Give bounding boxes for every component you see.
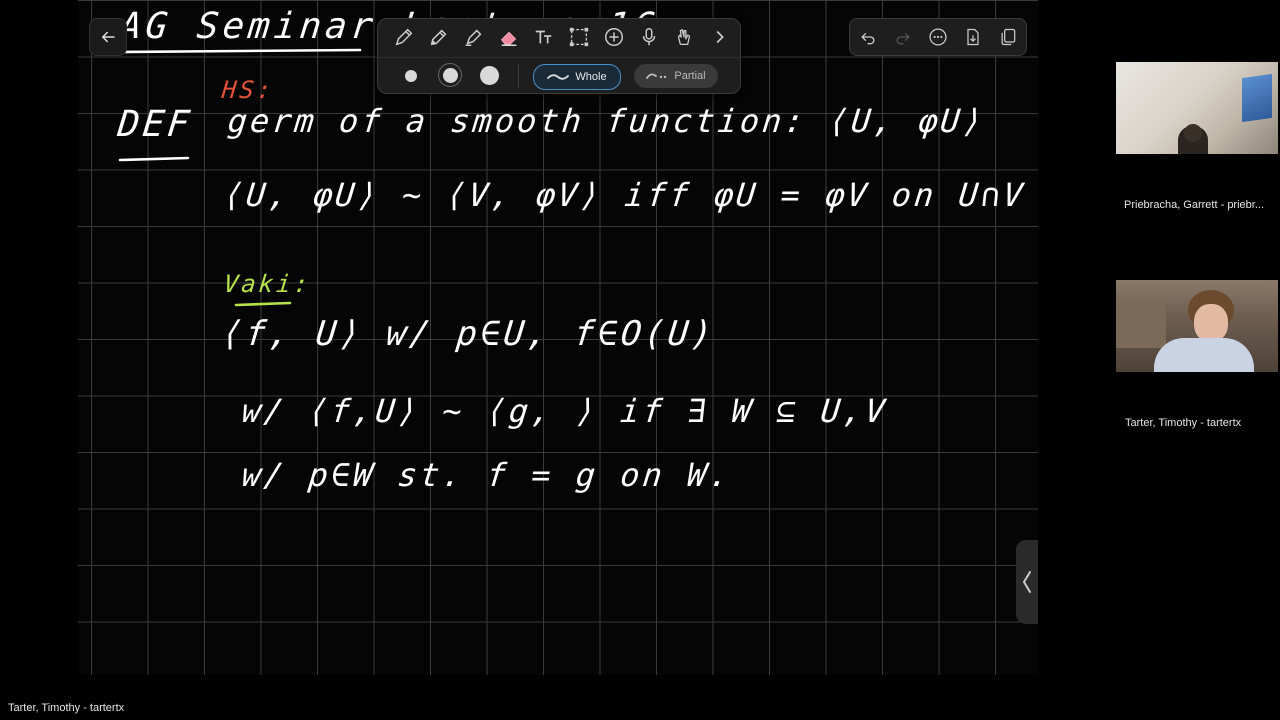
export-button[interactable] bbox=[961, 25, 985, 49]
shelf-shape bbox=[1116, 298, 1166, 348]
more-button[interactable] bbox=[926, 25, 950, 49]
redo-button[interactable] bbox=[891, 25, 915, 49]
pages-button[interactable] bbox=[996, 25, 1020, 49]
size-small[interactable] bbox=[405, 70, 417, 82]
tool-row bbox=[378, 19, 754, 55]
chevron-right-icon bbox=[716, 30, 724, 44]
gesture-tool[interactable] bbox=[672, 25, 696, 49]
annotation-green: Vaki: bbox=[222, 270, 313, 298]
note-line-5: w/ p∈W st. f = g on W. bbox=[240, 456, 734, 494]
add-tool[interactable] bbox=[602, 25, 626, 49]
participant-tile-2[interactable] bbox=[1116, 280, 1278, 372]
size-medium[interactable] bbox=[443, 68, 458, 83]
gesture-icon bbox=[677, 29, 691, 45]
redo-icon bbox=[896, 33, 910, 45]
window-shape bbox=[1242, 73, 1272, 123]
participant-tile-1[interactable] bbox=[1116, 62, 1278, 154]
pencil-icon bbox=[430, 29, 447, 46]
back-button[interactable] bbox=[89, 18, 127, 56]
participant-name-1: Priebracha, Garrett - priebr... bbox=[1124, 199, 1264, 211]
participant-video-2 bbox=[1116, 280, 1278, 372]
lasso-tool[interactable] bbox=[567, 25, 591, 49]
person-head bbox=[1184, 124, 1202, 142]
undo-button[interactable] bbox=[856, 25, 880, 49]
participant-video-1 bbox=[1116, 62, 1278, 154]
mode-partial-label: Partial bbox=[674, 70, 706, 82]
wave-icon bbox=[547, 74, 570, 80]
pages-icon bbox=[1001, 28, 1016, 46]
options-divider bbox=[518, 64, 519, 88]
note-line-2: ⟨U, φU⟩ ~ ⟨V, φV⟩ iff φU = φV on U∩V bbox=[222, 176, 1028, 214]
size-large[interactable] bbox=[480, 66, 499, 85]
partial-wave-icon bbox=[646, 73, 667, 79]
person-face bbox=[1194, 304, 1228, 342]
mode-partial-button[interactable]: Partial bbox=[634, 64, 718, 88]
more-icon bbox=[929, 28, 947, 46]
eraser-icon bbox=[500, 31, 517, 46]
collapse-panel-tab[interactable] bbox=[1016, 540, 1038, 624]
document-tools bbox=[849, 18, 1027, 56]
toolbar-more[interactable] bbox=[707, 25, 731, 49]
pen-tool[interactable] bbox=[392, 25, 416, 49]
note-line-4: w/ ⟨f,U⟩ ~ ⟨g, ⟩ if ∃ W ⊆ U,V bbox=[240, 392, 890, 430]
microphone-icon bbox=[642, 28, 656, 46]
pencil-tool[interactable] bbox=[427, 25, 451, 49]
eraser-options: Whole Partial bbox=[378, 57, 740, 94]
arrow-left-icon bbox=[102, 31, 115, 43]
text-tool[interactable] bbox=[532, 25, 556, 49]
note-line-3: ⟨f, U⟩ w/ p∈U, f∈O(U) bbox=[219, 314, 717, 354]
mode-whole-label: Whole bbox=[575, 71, 607, 83]
person-shirt bbox=[1154, 338, 1254, 372]
highlighter-tool[interactable] bbox=[462, 25, 486, 49]
eraser-tool[interactable] bbox=[497, 25, 521, 49]
lasso-icon bbox=[569, 27, 589, 47]
chevron-left-icon bbox=[1022, 571, 1031, 593]
note-line-1: germ of a smooth function: ⟨U, φU⟩ bbox=[226, 102, 988, 140]
def-label: DEF bbox=[115, 104, 195, 145]
undo-icon bbox=[860, 33, 875, 45]
export-icon bbox=[967, 28, 979, 46]
pen-icon bbox=[395, 28, 413, 46]
highlighter-icon bbox=[465, 29, 482, 46]
active-speaker-name: Tarter, Timothy - tartertx bbox=[8, 702, 125, 714]
annotation-red: HS: bbox=[220, 76, 276, 104]
mode-whole-button[interactable]: Whole bbox=[533, 64, 621, 90]
microphone-tool[interactable] bbox=[637, 25, 661, 49]
participant-name-2: Tarter, Timothy - tartertx bbox=[1125, 417, 1242, 429]
drawing-toolbar: Whole Partial bbox=[377, 18, 741, 94]
add-icon bbox=[605, 28, 623, 46]
text-icon bbox=[535, 30, 552, 44]
